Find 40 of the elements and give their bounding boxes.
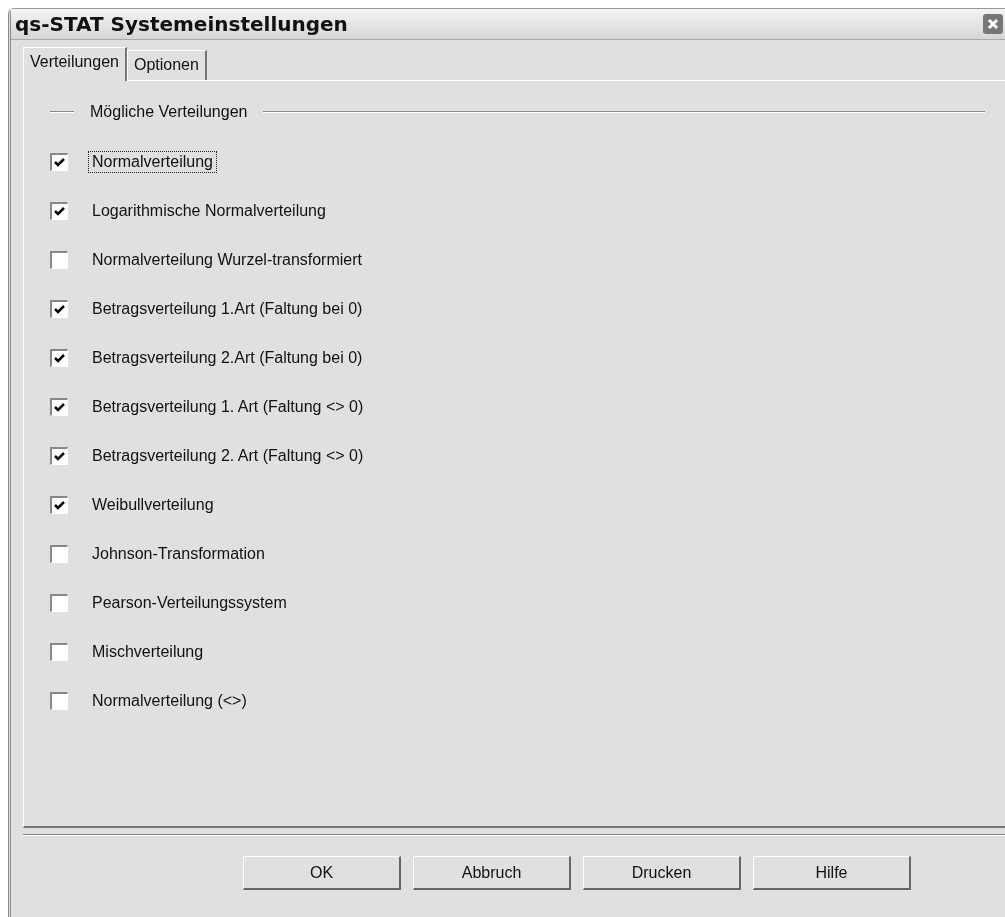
check-icon [54, 401, 65, 413]
dialog-button[interactable]: OK [243, 856, 401, 890]
check-icon [54, 156, 65, 168]
tab[interactable]: Verteilungen [23, 47, 127, 81]
checkbox-label[interactable]: Johnson-Transformation [88, 542, 269, 565]
checkbox-label[interactable]: Normalverteilung (<>) [88, 689, 251, 712]
checkbox[interactable] [50, 495, 68, 514]
checkbox-label[interactable]: Betragsverteilung 2. Art (Faltung <> 0) [88, 444, 368, 467]
checkbox[interactable] [50, 593, 68, 612]
checkbox[interactable] [50, 201, 68, 220]
group-title: Mögliche Verteilungen [89, 103, 249, 121]
checkbox-label[interactable]: Pearson-Verteilungssystem [88, 591, 291, 614]
check-icon [54, 499, 65, 511]
check-icon [54, 352, 65, 364]
checkbox-label[interactable]: Normalverteilung Wurzel-transformiert [88, 248, 366, 271]
check-icon [54, 303, 65, 315]
check-icon [54, 450, 65, 462]
dialog-button[interactable]: Hilfe [753, 856, 911, 890]
dialog-button[interactable]: Abbruch [413, 856, 571, 890]
checkbox[interactable] [50, 348, 68, 367]
checkbox[interactable] [50, 250, 68, 269]
window-title: qs-STAT Systemeinstellungen [15, 12, 348, 36]
checkbox[interactable] [50, 642, 68, 661]
checkbox[interactable] [50, 691, 68, 710]
checkbox-label[interactable]: Mischverteilung [88, 640, 208, 663]
dialog-button[interactable]: Drucken [583, 856, 741, 890]
checkbox[interactable] [50, 299, 68, 318]
checkbox[interactable] [50, 152, 68, 171]
checkbox[interactable] [50, 397, 68, 416]
check-icon [54, 205, 65, 217]
checkbox-label[interactable]: Logarithmische Normalverteilung [88, 199, 330, 222]
checkbox-label[interactable]: Normalverteilung [88, 150, 217, 173]
checkbox[interactable] [50, 544, 68, 563]
checkbox[interactable] [50, 446, 68, 465]
checkbox-label[interactable]: Betragsverteilung 1. Art (Faltung <> 0) [88, 395, 368, 418]
checkbox-label[interactable]: Betragsverteilung 1.Art (Faltung bei 0) [88, 297, 367, 320]
checkbox-label[interactable]: Weibullverteilung [88, 493, 218, 516]
tab[interactable]: Optionen [126, 50, 207, 80]
close-icon[interactable] [983, 14, 1003, 34]
checkbox-label[interactable]: Betragsverteilung 2.Art (Faltung bei 0) [88, 346, 367, 369]
